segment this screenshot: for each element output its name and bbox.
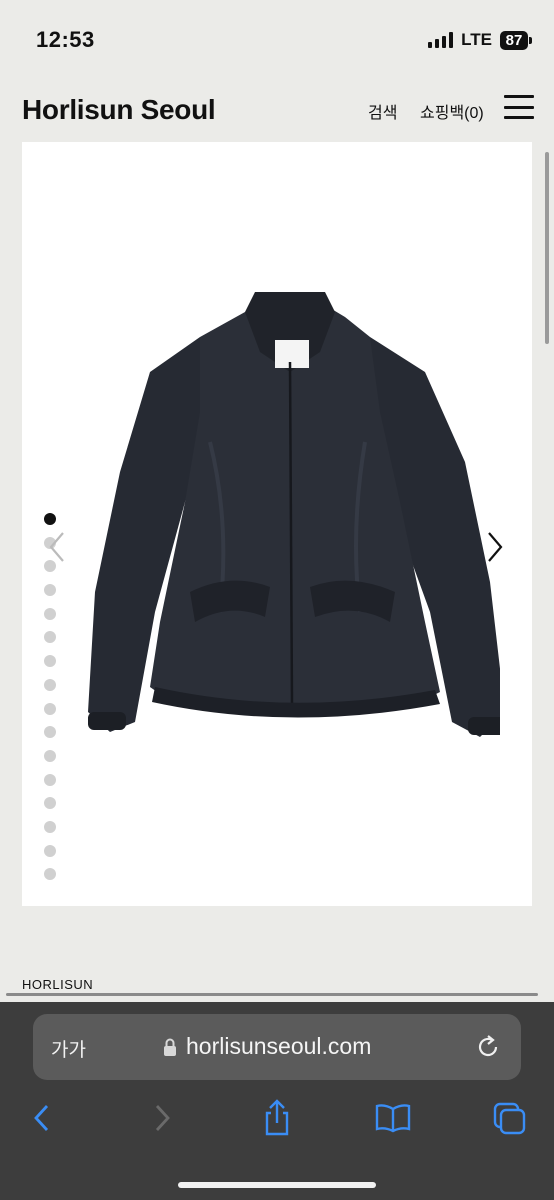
lock-icon bbox=[164, 1038, 176, 1056]
gallery-dot[interactable] bbox=[44, 820, 56, 833]
battery-level: 87 bbox=[500, 30, 528, 50]
tabs-button[interactable] bbox=[489, 1098, 529, 1138]
forward-button[interactable] bbox=[142, 1098, 182, 1138]
gallery-dot[interactable] bbox=[44, 868, 56, 881]
divider bbox=[6, 993, 538, 996]
gallery-dot[interactable] bbox=[44, 584, 56, 597]
back-chevron-icon bbox=[34, 1105, 49, 1131]
home-indicator[interactable] bbox=[178, 1182, 376, 1188]
status-indicators: LTE 87 bbox=[428, 30, 532, 50]
hamburger-menu-icon[interactable] bbox=[504, 95, 534, 119]
site-logo[interactable]: Horlisun Seoul bbox=[22, 94, 216, 126]
gallery-dot[interactable] bbox=[44, 631, 56, 644]
signal-icon bbox=[428, 32, 454, 48]
address-bar[interactable]: 가가 horlisunseoul.com bbox=[33, 1014, 521, 1080]
gallery-dot[interactable] bbox=[44, 749, 56, 762]
gallery-dot[interactable] bbox=[44, 797, 56, 810]
next-image-chevron-icon[interactable] bbox=[484, 530, 506, 564]
product-image-gallery[interactable] bbox=[22, 142, 532, 906]
url-display[interactable]: horlisunseoul.com bbox=[163, 1033, 371, 1060]
shopping-bag-link[interactable]: 쇼핑백(0) bbox=[420, 99, 484, 123]
gallery-dot[interactable] bbox=[44, 607, 56, 620]
network-label: LTE bbox=[461, 30, 492, 49]
previous-image-chevron-icon[interactable] bbox=[46, 530, 68, 564]
gallery-dot-active[interactable] bbox=[44, 513, 56, 525]
back-button[interactable] bbox=[22, 1098, 62, 1138]
text-size-button[interactable]: 가가 bbox=[51, 1035, 86, 1062]
product-jacket-image bbox=[88, 292, 500, 737]
gallery-dot[interactable] bbox=[44, 844, 56, 857]
gallery-dot[interactable] bbox=[44, 773, 56, 786]
share-button[interactable] bbox=[257, 1098, 297, 1138]
tabs-icon bbox=[493, 1102, 526, 1135]
navigation-toolbar bbox=[0, 1098, 554, 1138]
page-scrollbar[interactable] bbox=[545, 152, 549, 344]
gallery-dot[interactable] bbox=[44, 702, 56, 715]
gallery-dot[interactable] bbox=[44, 726, 56, 739]
url-text: horlisunseoul.com bbox=[186, 1033, 372, 1059]
status-bar: 12:53 LTE 87 bbox=[0, 0, 554, 80]
browser-toolbar: 가가 horlisunseoul.com bbox=[0, 1002, 554, 1200]
book-icon bbox=[375, 1104, 411, 1133]
bookmarks-button[interactable] bbox=[373, 1098, 413, 1138]
reload-icon[interactable] bbox=[475, 1034, 501, 1060]
battery-icon: 87 bbox=[500, 30, 532, 50]
share-icon bbox=[265, 1099, 289, 1136]
status-time: 12:53 bbox=[36, 27, 95, 52]
gallery-dot[interactable] bbox=[44, 678, 56, 691]
gallery-dot[interactable] bbox=[44, 655, 56, 668]
gallery-pagination bbox=[44, 513, 56, 881]
forward-chevron-icon bbox=[155, 1105, 170, 1131]
product-brand[interactable]: HORLISUN bbox=[22, 977, 93, 992]
search-link[interactable]: 검색 bbox=[368, 99, 397, 123]
site-header: Horlisun Seoul 검색 쇼핑백(0) bbox=[22, 85, 534, 135]
